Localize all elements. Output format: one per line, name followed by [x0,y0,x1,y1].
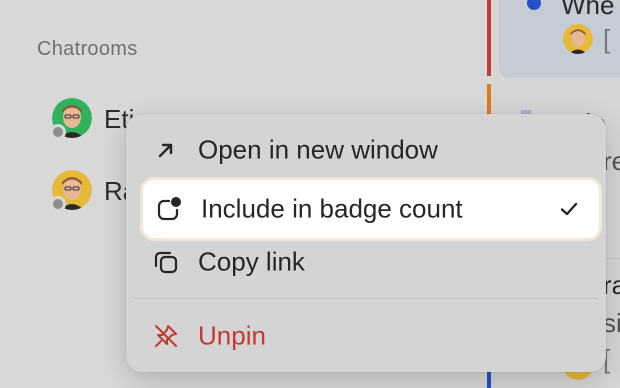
message-preview-bracket: [ [603,24,611,54]
open-in-new-window-menu-item[interactable]: Open in new window [140,122,600,178]
include-in-badge-count-menu-item[interactable]: Include in badge count [140,177,602,241]
presence-indicator [50,124,66,140]
avatar [563,24,593,54]
copy-icon [152,248,180,276]
menu-item-label: Include in badge count [201,193,463,224]
badge-count-icon [155,195,183,223]
unpin-menu-item[interactable]: Unpin [140,308,600,364]
copy-link-menu-item[interactable]: Copy link [140,234,600,290]
menu-item-label: Copy link [198,246,305,277]
message-preview-text: Whe [561,0,615,20]
chatrooms-section-label: Chatrooms [37,38,138,60]
unpin-icon [152,322,180,350]
presence-indicator [50,196,66,212]
checkmark-icon [557,197,581,221]
arrow-up-right-icon [152,136,180,164]
menu-item-label: Open in new window [198,134,438,165]
room-context-menu: Open in new window Include in badge coun… [126,114,606,372]
menu-item-label: Unpin [198,320,266,351]
menu-divider [134,298,598,299]
